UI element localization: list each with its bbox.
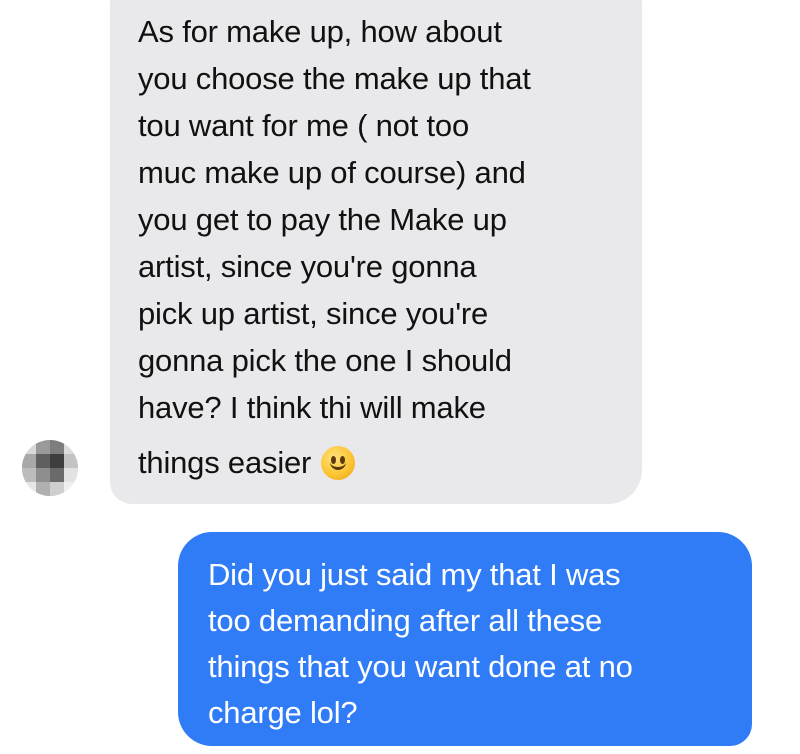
outgoing-message-bubble[interactable]: Did you just said my that I was too dema… — [178, 532, 752, 746]
message-line-last: things easier — [138, 439, 622, 486]
slightly-smiling-face-icon — [321, 445, 356, 480]
message-line: things that you want done at no — [208, 649, 633, 684]
message-line: pick up artist, since you're — [138, 296, 489, 331]
message-line: Did you just said my that I was — [208, 557, 621, 592]
message-line: have? I think thi will make — [138, 390, 486, 425]
message-line: gonna pick the one I should — [138, 343, 512, 378]
message-line: you get to pay the Make up — [138, 202, 507, 237]
incoming-message-bubble[interactable]: As for make up, how about you choose the… — [110, 0, 642, 504]
message-thread: As for make up, how about you choose the… — [0, 0, 800, 754]
message-line-text: things easier — [138, 445, 312, 480]
message-line: too demanding after all these — [208, 603, 603, 638]
message-line: tou want for me ( not too — [138, 108, 470, 143]
message-line: charge lol? — [208, 695, 358, 730]
avatar[interactable] — [22, 440, 78, 496]
message-line: muc make up of course) and — [138, 155, 526, 190]
message-line: you choose the make up that — [138, 61, 531, 96]
message-line: artist, since you're gonna — [138, 249, 477, 284]
message-line: As for make up, how about — [138, 14, 502, 49]
